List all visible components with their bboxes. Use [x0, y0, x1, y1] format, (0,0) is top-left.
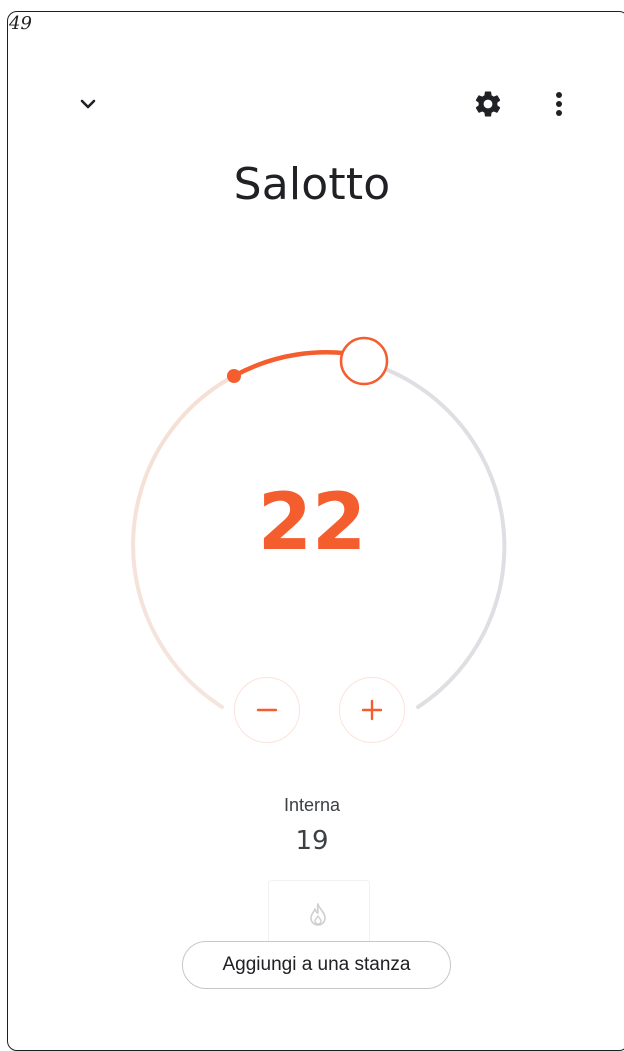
- add-to-room-button[interactable]: Aggiungi a una stanza: [182, 941, 451, 989]
- frame-number: 49: [9, 13, 32, 34]
- collapse-button[interactable]: [70, 88, 106, 120]
- indoor-temperature-label: Interna: [283, 795, 341, 815]
- dial-start-dot: [227, 369, 241, 383]
- indoor-temperature-value: 19: [295, 826, 329, 856]
- setpoint-handle[interactable]: [339, 336, 389, 386]
- flame-icon: [310, 903, 326, 926]
- increase-button[interactable]: [339, 677, 405, 743]
- setpoint-value: 22: [257, 478, 367, 568]
- more-options-button[interactable]: [542, 84, 576, 124]
- gear-icon: [475, 91, 501, 117]
- room-title: Salotto: [233, 159, 391, 210]
- decrease-button[interactable]: [234, 677, 300, 743]
- chevron-down-icon: [80, 99, 96, 109]
- plus-icon: [361, 699, 383, 721]
- settings-button[interactable]: [468, 84, 508, 124]
- minus-icon: [256, 708, 278, 712]
- more-vert-icon: [556, 92, 562, 116]
